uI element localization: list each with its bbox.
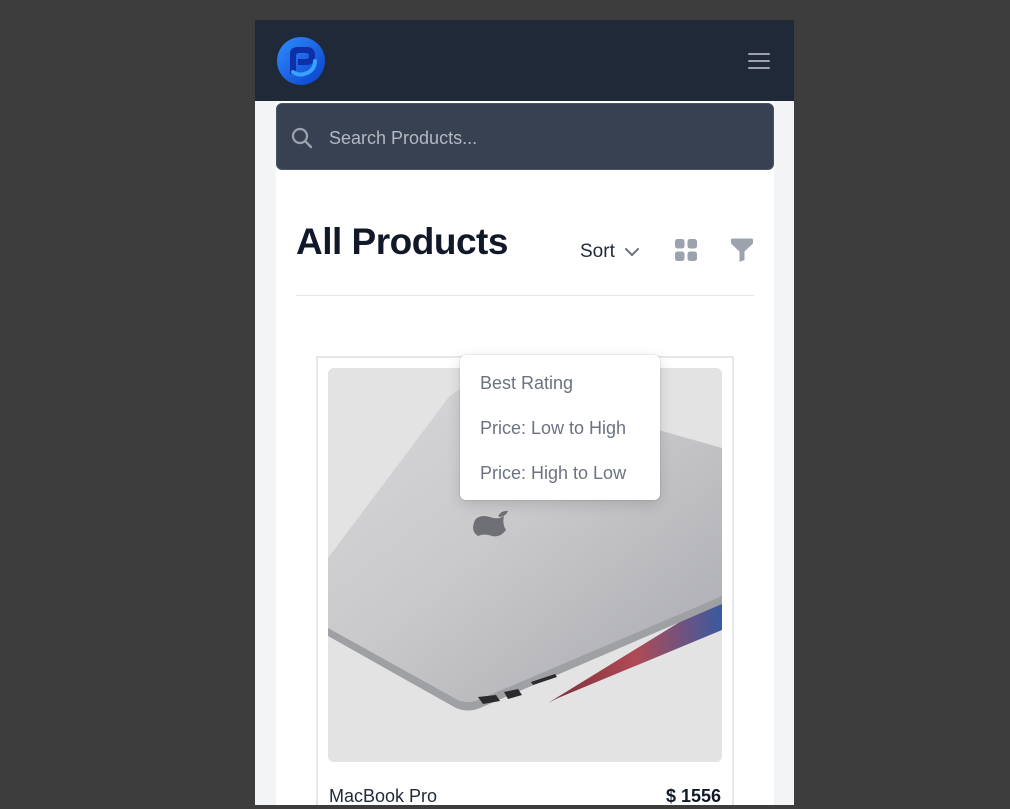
- sort-option-price-low-high[interactable]: Price: Low to High: [480, 418, 626, 439]
- header-divider: [296, 295, 754, 296]
- product-name[interactable]: MacBook Pro: [329, 786, 437, 805]
- search-icon: [290, 126, 314, 150]
- product-price: $ 1556: [665, 786, 721, 805]
- chevron-down-icon: [624, 244, 640, 260]
- search-input[interactable]: [327, 122, 751, 154]
- app-logo-icon[interactable]: [276, 36, 326, 86]
- sort-label: Sort: [580, 241, 615, 262]
- filter-icon[interactable]: [729, 237, 755, 263]
- grid-view-icon[interactable]: [674, 238, 698, 262]
- sort-option-price-high-low[interactable]: Price: High to Low: [480, 463, 626, 484]
- mobile-viewport: All Products Sort: [255, 20, 794, 805]
- sort-button[interactable]: Sort: [580, 238, 640, 266]
- page-title: All Products: [296, 221, 508, 262]
- sort-dropdown-menu: Best Rating Price: Low to High Price: Hi…: [460, 355, 660, 500]
- navbar: [255, 20, 794, 101]
- products-panel: All Products Sort: [276, 101, 774, 805]
- search-bar: [276, 103, 774, 170]
- sort-option-best-rating[interactable]: Best Rating: [480, 373, 573, 394]
- hamburger-menu-icon[interactable]: [745, 50, 773, 72]
